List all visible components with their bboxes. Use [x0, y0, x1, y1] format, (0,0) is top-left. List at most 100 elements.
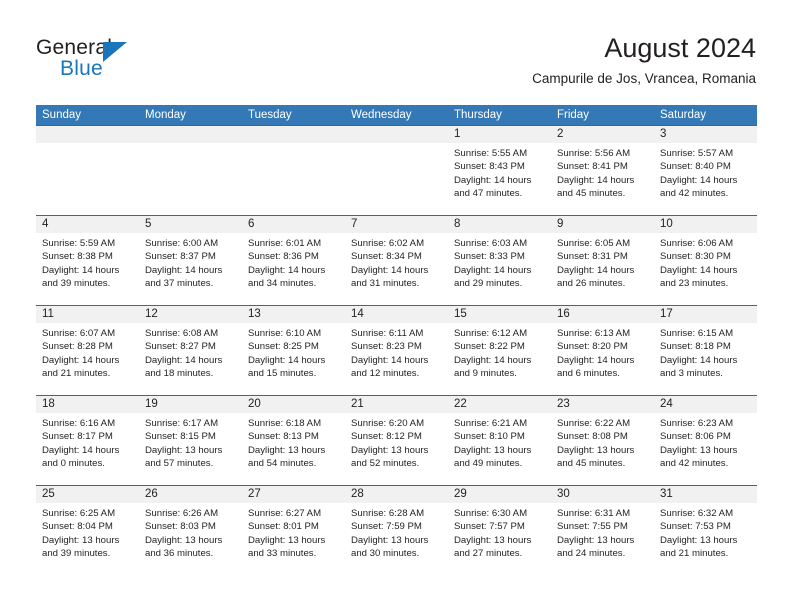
day-cell[interactable]: Sunrise: 5:56 AM Sunset: 8:41 PM Dayligh… [551, 143, 654, 215]
day-cell[interactable]: Sunrise: 6:27 AM Sunset: 8:01 PM Dayligh… [242, 503, 345, 575]
day-cell[interactable]: Sunrise: 6:25 AM Sunset: 8:04 PM Dayligh… [36, 503, 139, 575]
day-number: 21 [351, 398, 364, 410]
day-cell[interactable]: Sunrise: 6:08 AM Sunset: 8:27 PM Dayligh… [139, 323, 242, 395]
day-cell[interactable]: Sunrise: 6:21 AM Sunset: 8:10 PM Dayligh… [448, 413, 551, 485]
daylight-text-line2: and 9 minutes. [454, 368, 517, 380]
daylight-text-line1: Daylight: 13 hours [454, 534, 532, 546]
sunset-text: Sunset: 8:40 PM [660, 161, 731, 173]
daylight-text-line1: Daylight: 13 hours [145, 534, 223, 546]
day-cell[interactable]: Sunrise: 6:02 AM Sunset: 8:34 PM Dayligh… [345, 233, 448, 305]
daylight-text-line1: Daylight: 14 hours [42, 444, 120, 456]
sunrise-text: Sunrise: 6:27 AM [248, 508, 322, 519]
day-number: 23 [557, 398, 570, 410]
daylight-text-line2: and 49 minutes. [454, 458, 523, 470]
daylight-text-line1: Daylight: 13 hours [557, 534, 635, 546]
sunset-text: Sunset: 8:04 PM [42, 521, 113, 533]
sunset-text: Sunset: 8:41 PM [557, 161, 628, 173]
day-cell[interactable]: Sunrise: 6:15 AM Sunset: 8:18 PM Dayligh… [654, 323, 757, 395]
daylight-text-line1: Daylight: 14 hours [454, 354, 532, 366]
day-cell[interactable]: Sunrise: 6:22 AM Sunset: 8:08 PM Dayligh… [551, 413, 654, 485]
daylight-text-line2: and 54 minutes. [248, 458, 317, 470]
day-number: 3 [660, 128, 667, 140]
day-cell[interactable] [242, 143, 345, 215]
day-number: 27 [248, 488, 261, 500]
location-subtitle: Campurile de Jos, Vrancea, Romania [532, 71, 756, 86]
day-cell[interactable] [345, 143, 448, 215]
day-cell[interactable]: Sunrise: 6:26 AM Sunset: 8:03 PM Dayligh… [139, 503, 242, 575]
sunset-text: Sunset: 8:37 PM [145, 251, 216, 263]
day-cell[interactable] [36, 143, 139, 215]
day-cell[interactable]: Sunrise: 5:59 AM Sunset: 8:38 PM Dayligh… [36, 233, 139, 305]
daylight-text-line2: and 42 minutes. [660, 188, 729, 200]
sunset-text: Sunset: 8:33 PM [454, 251, 525, 263]
sunrise-text: Sunrise: 6:18 AM [248, 418, 322, 429]
day-number [345, 126, 448, 143]
daylight-text-line1: Daylight: 13 hours [145, 444, 223, 456]
day-of-week-thursday: Thursday [454, 109, 502, 121]
day-number: 19 [145, 398, 158, 410]
week-day-details: Sunrise: 6:25 AM Sunset: 8:04 PM Dayligh… [36, 503, 757, 575]
week-day-details: Sunrise: 5:55 AM Sunset: 8:43 PM Dayligh… [36, 143, 757, 215]
day-cell[interactable]: Sunrise: 6:32 AM Sunset: 7:53 PM Dayligh… [654, 503, 757, 575]
day-cell[interactable]: Sunrise: 6:17 AM Sunset: 8:15 PM Dayligh… [139, 413, 242, 485]
sunrise-text: Sunrise: 6:06 AM [660, 238, 734, 249]
day-number [36, 126, 139, 143]
daylight-text-line1: Daylight: 14 hours [42, 264, 120, 276]
daylight-text-line2: and 31 minutes. [351, 278, 420, 290]
general-blue-logo[interactable]: General Blue [36, 36, 236, 86]
day-cell[interactable]: Sunrise: 6:31 AM Sunset: 7:55 PM Dayligh… [551, 503, 654, 575]
day-cell[interactable]: Sunrise: 6:05 AM Sunset: 8:31 PM Dayligh… [551, 233, 654, 305]
daylight-text-line2: and 24 minutes. [557, 548, 626, 560]
day-cell[interactable]: Sunrise: 6:13 AM Sunset: 8:20 PM Dayligh… [551, 323, 654, 395]
day-cell[interactable]: Sunrise: 6:03 AM Sunset: 8:33 PM Dayligh… [448, 233, 551, 305]
day-cell[interactable]: Sunrise: 6:11 AM Sunset: 8:23 PM Dayligh… [345, 323, 448, 395]
page-header: General Blue August 2024 Campurile de Jo… [0, 0, 792, 100]
daylight-text-line1: Daylight: 13 hours [557, 444, 635, 456]
daylight-text-line1: Daylight: 13 hours [660, 534, 738, 546]
day-of-week-friday: Friday [557, 109, 589, 121]
sunset-text: Sunset: 8:20 PM [557, 341, 628, 353]
day-number: 16 [557, 308, 570, 320]
sunrise-text: Sunrise: 5:59 AM [42, 238, 116, 249]
daylight-text-line1: Daylight: 13 hours [351, 534, 429, 546]
day-cell[interactable]: Sunrise: 6:12 AM Sunset: 8:22 PM Dayligh… [448, 323, 551, 395]
daylight-text-line1: Daylight: 13 hours [660, 444, 738, 456]
day-cell[interactable]: Sunrise: 6:28 AM Sunset: 7:59 PM Dayligh… [345, 503, 448, 575]
day-cell[interactable]: Sunrise: 5:57 AM Sunset: 8:40 PM Dayligh… [654, 143, 757, 215]
daylight-text-line2: and 23 minutes. [660, 278, 729, 290]
day-number: 8 [454, 218, 461, 230]
daylight-text-line2: and 39 minutes. [42, 548, 111, 560]
daylight-text-line2: and 52 minutes. [351, 458, 420, 470]
sunrise-text: Sunrise: 6:08 AM [145, 328, 219, 339]
day-cell[interactable]: Sunrise: 6:23 AM Sunset: 8:06 PM Dayligh… [654, 413, 757, 485]
daylight-text-line1: Daylight: 13 hours [42, 534, 120, 546]
day-cell[interactable]: Sunrise: 6:00 AM Sunset: 8:37 PM Dayligh… [139, 233, 242, 305]
day-cell[interactable]: Sunrise: 6:06 AM Sunset: 8:30 PM Dayligh… [654, 233, 757, 305]
day-number: 22 [454, 398, 467, 410]
day-of-week-header-row: Sunday Monday Tuesday Wednesday Thursday… [36, 105, 757, 125]
day-of-week-sunday: Sunday [42, 109, 82, 121]
sunrise-text: Sunrise: 6:16 AM [42, 418, 116, 429]
daylight-text-line2: and 45 minutes. [557, 458, 626, 470]
day-cell[interactable]: Sunrise: 6:16 AM Sunset: 8:17 PM Dayligh… [36, 413, 139, 485]
day-cell[interactable]: Sunrise: 5:55 AM Sunset: 8:43 PM Dayligh… [448, 143, 551, 215]
day-number: 6 [248, 218, 255, 230]
day-cell[interactable] [139, 143, 242, 215]
day-number: 29 [454, 488, 467, 500]
day-cell[interactable]: Sunrise: 6:18 AM Sunset: 8:13 PM Dayligh… [242, 413, 345, 485]
sunset-text: Sunset: 7:53 PM [660, 521, 731, 533]
daylight-text-line2: and 37 minutes. [145, 278, 214, 290]
daylight-text-line1: Daylight: 14 hours [660, 174, 738, 186]
daylight-text-line2: and 42 minutes. [660, 458, 729, 470]
day-cell[interactable]: Sunrise: 6:07 AM Sunset: 8:28 PM Dayligh… [36, 323, 139, 395]
day-cell[interactable]: Sunrise: 6:20 AM Sunset: 8:12 PM Dayligh… [345, 413, 448, 485]
day-number: 28 [351, 488, 364, 500]
sunset-text: Sunset: 8:43 PM [454, 161, 525, 173]
daylight-text-line2: and 33 minutes. [248, 548, 317, 560]
day-number: 17 [660, 308, 673, 320]
day-cell[interactable]: Sunrise: 6:01 AM Sunset: 8:36 PM Dayligh… [242, 233, 345, 305]
week-day-details: Sunrise: 6:07 AM Sunset: 8:28 PM Dayligh… [36, 323, 757, 395]
day-cell[interactable]: Sunrise: 6:10 AM Sunset: 8:25 PM Dayligh… [242, 323, 345, 395]
sunset-text: Sunset: 8:08 PM [557, 431, 628, 443]
day-cell[interactable]: Sunrise: 6:30 AM Sunset: 7:57 PM Dayligh… [448, 503, 551, 575]
